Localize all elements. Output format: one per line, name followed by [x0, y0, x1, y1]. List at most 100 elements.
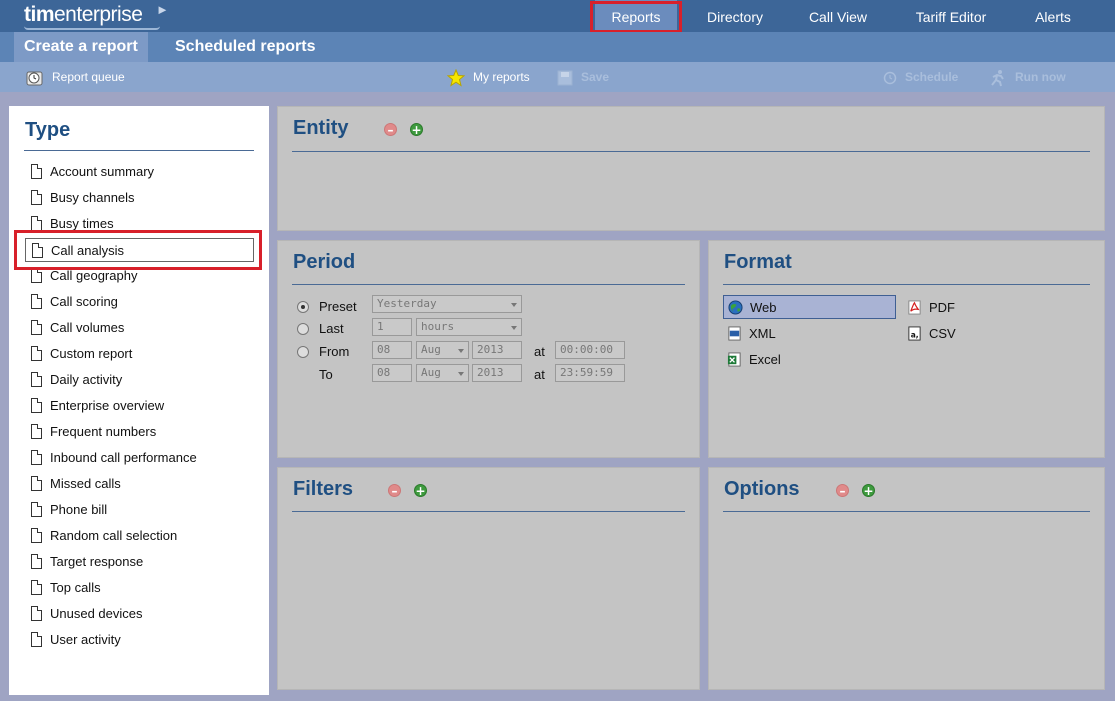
report-type-item[interactable]: Target response [25, 550, 254, 574]
document-icon [31, 632, 42, 647]
report-type-label: Daily activity [50, 372, 123, 387]
entity-panel: Entity – + [277, 106, 1105, 231]
document-icon [31, 424, 42, 439]
report-type-label: Random call selection [50, 528, 178, 543]
report-type-item[interactable]: Call scoring [25, 290, 254, 314]
report-type-label: Call volumes [50, 320, 125, 335]
from-at-label: at [534, 344, 545, 359]
run-now-button[interactable]: Run now [989, 62, 1066, 92]
globe-icon [728, 300, 743, 315]
preset-label: Preset [319, 299, 357, 314]
to-day-input[interactable]: 08 [372, 364, 412, 382]
report-type-label: Missed calls [50, 476, 121, 491]
from-label: From [319, 344, 350, 359]
to-at-label: at [534, 367, 545, 382]
to-year-input[interactable]: 2013 [472, 364, 522, 382]
report-type-label: Enterprise overview [50, 398, 165, 413]
report-type-label: Inbound call performance [50, 450, 197, 465]
filters-heading: Filters [293, 478, 354, 500]
document-icon [31, 346, 42, 361]
document-icon [31, 164, 42, 179]
document-icon [31, 268, 42, 283]
top-navigation-bar: timenterprise ► Reports Directory Call V… [0, 0, 1115, 32]
report-type-label: Unused devices [50, 606, 143, 621]
add-filter-icon[interactable]: + [414, 484, 427, 497]
format-pdf[interactable]: PDF [903, 296, 955, 320]
format-csv[interactable]: a, CSV [903, 322, 956, 346]
format-excel[interactable]: Excel [723, 348, 781, 372]
document-icon [31, 554, 42, 569]
preset-radio[interactable] [297, 301, 309, 313]
divider [723, 511, 1090, 512]
to-month-select[interactable]: Aug [416, 364, 469, 382]
last-label: Last [319, 321, 344, 336]
divider [24, 150, 254, 151]
type-heading: Type [25, 119, 71, 141]
report-type-label: Busy channels [50, 190, 135, 205]
add-entity-icon[interactable]: + [410, 123, 423, 136]
options-panel: Options – + [708, 467, 1105, 690]
format-xml[interactable]: XML [723, 322, 776, 346]
report-subtabs: Create a report Scheduled reports [0, 32, 1115, 62]
last-radio[interactable] [297, 323, 309, 335]
report-type-panel: Type Account summary Busy channels Busy ti… [9, 106, 269, 695]
format-panel: Format Web PDF XML a, CSV Excel [708, 240, 1105, 458]
nav-alerts[interactable]: Alerts [1020, 0, 1086, 32]
report-type-item[interactable]: Unused devices [25, 602, 254, 626]
from-day-input[interactable]: 08 [372, 341, 412, 359]
filters-panel: Filters – + [277, 467, 700, 690]
last-unit-select[interactable]: hours [416, 318, 522, 336]
report-type-item[interactable]: Frequent numbers [25, 420, 254, 444]
report-type-item[interactable]: Enterprise overview [25, 394, 254, 418]
report-type-item[interactable]: Top calls [25, 576, 254, 600]
highlight-call-analysis [14, 230, 262, 270]
from-month-select[interactable]: Aug [416, 341, 469, 359]
xml-file-icon [728, 326, 741, 341]
report-type-item[interactable]: Custom report [25, 342, 254, 366]
nav-directory[interactable]: Directory [692, 0, 778, 32]
preset-select[interactable]: Yesterday [372, 295, 522, 313]
format-heading: Format [724, 251, 792, 273]
report-type-item[interactable]: Phone bill [25, 498, 254, 522]
tab-scheduled-reports[interactable]: Scheduled reports [165, 32, 325, 62]
report-queue-button[interactable]: Report queue [26, 62, 125, 92]
schedule-button[interactable]: Schedule [883, 62, 958, 92]
divider [723, 284, 1090, 285]
divider [292, 284, 685, 285]
report-type-label: Custom report [50, 346, 133, 361]
divider [292, 511, 685, 512]
to-time-input[interactable]: 23:59:59 [555, 364, 625, 382]
running-man-icon [991, 69, 1004, 87]
format-web[interactable]: Web [723, 295, 896, 319]
remove-filter-icon[interactable]: – [388, 484, 401, 497]
from-year-input[interactable]: 2013 [472, 341, 522, 359]
report-type-item[interactable]: Account summary [25, 160, 254, 184]
document-icon [31, 450, 42, 465]
document-icon [31, 528, 42, 543]
remove-option-icon[interactable]: – [836, 484, 849, 497]
report-type-item[interactable]: Inbound call performance [25, 446, 254, 470]
nav-call-view[interactable]: Call View [796, 0, 880, 32]
report-type-item[interactable]: Call volumes [25, 316, 254, 340]
document-icon [31, 580, 42, 595]
highlight-reports [590, 1, 682, 33]
report-type-item[interactable]: User activity [25, 628, 254, 652]
report-type-item[interactable]: Random call selection [25, 524, 254, 548]
entity-heading: Entity [293, 117, 349, 139]
document-icon [31, 190, 42, 205]
add-option-icon[interactable]: + [862, 484, 875, 497]
star-icon [447, 68, 465, 87]
tab-create-report[interactable]: Create a report [14, 32, 148, 62]
csv-file-icon: a, [908, 326, 921, 341]
from-time-input[interactable]: 00:00:00 [555, 341, 625, 359]
to-label: To [319, 367, 333, 382]
my-reports-button[interactable]: My reports [447, 62, 530, 92]
last-amount-input[interactable]: 1 [372, 318, 412, 336]
report-type-item[interactable]: Missed calls [25, 472, 254, 496]
report-type-item[interactable]: Busy channels [25, 186, 254, 210]
from-radio[interactable] [297, 346, 309, 358]
save-button[interactable]: Save [557, 62, 609, 92]
remove-entity-icon[interactable]: – [384, 123, 397, 136]
report-type-item[interactable]: Daily activity [25, 368, 254, 392]
nav-tariff-editor[interactable]: Tariff Editor [898, 0, 1004, 32]
